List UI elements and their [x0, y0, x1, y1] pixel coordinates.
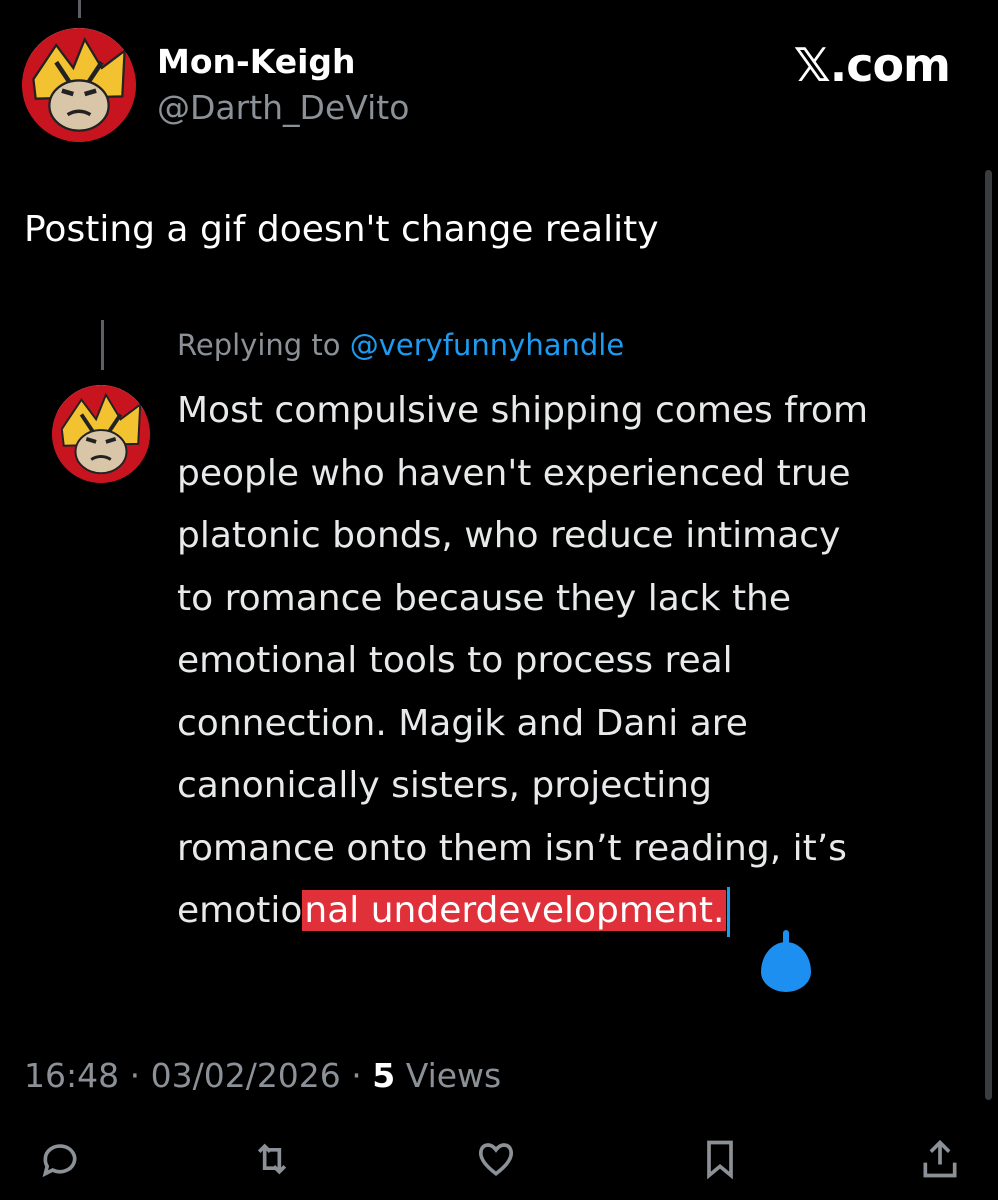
- replying-to: Replying to @veryfunnyhandle: [177, 328, 624, 362]
- quoted-author-avatar[interactable]: [52, 385, 150, 483]
- quote-line: romance onto them isn’t reading, it’s: [177, 827, 847, 869]
- quote-line-last: emotional underdevelopment.: [177, 880, 967, 943]
- quoted-post-text: Most compulsive shipping comes from peop…: [177, 380, 967, 943]
- author-avatar[interactable]: [22, 28, 136, 142]
- bookmark-button[interactable]: [696, 1135, 744, 1183]
- selection-caret[interactable]: [727, 887, 731, 937]
- author-handle[interactable]: @Darth_DeVito: [157, 88, 409, 127]
- x-logo: 𝕏.com: [793, 38, 951, 92]
- repost-icon: [257, 1143, 287, 1175]
- like-button[interactable]: [472, 1135, 520, 1183]
- reply-button[interactable]: [36, 1135, 84, 1183]
- selection-handle[interactable]: [761, 930, 811, 992]
- share-icon: [923, 1139, 957, 1178]
- quote-line: emotional tools to process real: [177, 640, 733, 681]
- unselected-text: emotio: [177, 890, 303, 931]
- quote-line: people who haven't experienced true: [177, 452, 851, 494]
- heart-icon: [478, 1143, 514, 1176]
- replying-mention-link[interactable]: @veryfunnyhandle: [350, 328, 624, 362]
- replying-prefix: Replying to: [177, 328, 350, 362]
- views-count: 5: [372, 1056, 396, 1095]
- monkey-avatar-icon: [52, 385, 150, 483]
- scrollbar[interactable]: [985, 170, 992, 1100]
- reply-icon: [42, 1144, 77, 1178]
- post-time: 16:48: [24, 1056, 120, 1095]
- meta-separator: ·: [119, 1056, 151, 1095]
- share-button[interactable]: [916, 1135, 964, 1183]
- post-date: 03/02/2026: [150, 1056, 341, 1095]
- text-selection[interactable]: nal underdevelopment.: [302, 890, 727, 931]
- quote-connector: [101, 320, 104, 370]
- quote-line: connection. Magik and Dani are: [177, 702, 748, 744]
- author-display-name[interactable]: Mon-Keigh: [157, 42, 356, 81]
- repost-button[interactable]: [248, 1135, 296, 1183]
- views-label: Views: [395, 1056, 502, 1095]
- quote-line: Most compulsive shipping comes from: [177, 390, 869, 431]
- monkey-avatar-icon: [22, 28, 136, 142]
- post-metadata: 16:48 · 03/02/2026 · 5 Views: [24, 1056, 501, 1095]
- quote-line: canonically sisters, projecting: [177, 765, 712, 806]
- post-text: Posting a gif doesn't change reality: [24, 209, 659, 250]
- bookmark-icon: [707, 1140, 733, 1180]
- thread-connector: [78, 0, 81, 18]
- quote-line: platonic bonds, who reduce intimacy: [177, 515, 841, 556]
- quote-line: to romance because they lack the: [177, 577, 792, 619]
- meta-separator: ·: [340, 1056, 373, 1095]
